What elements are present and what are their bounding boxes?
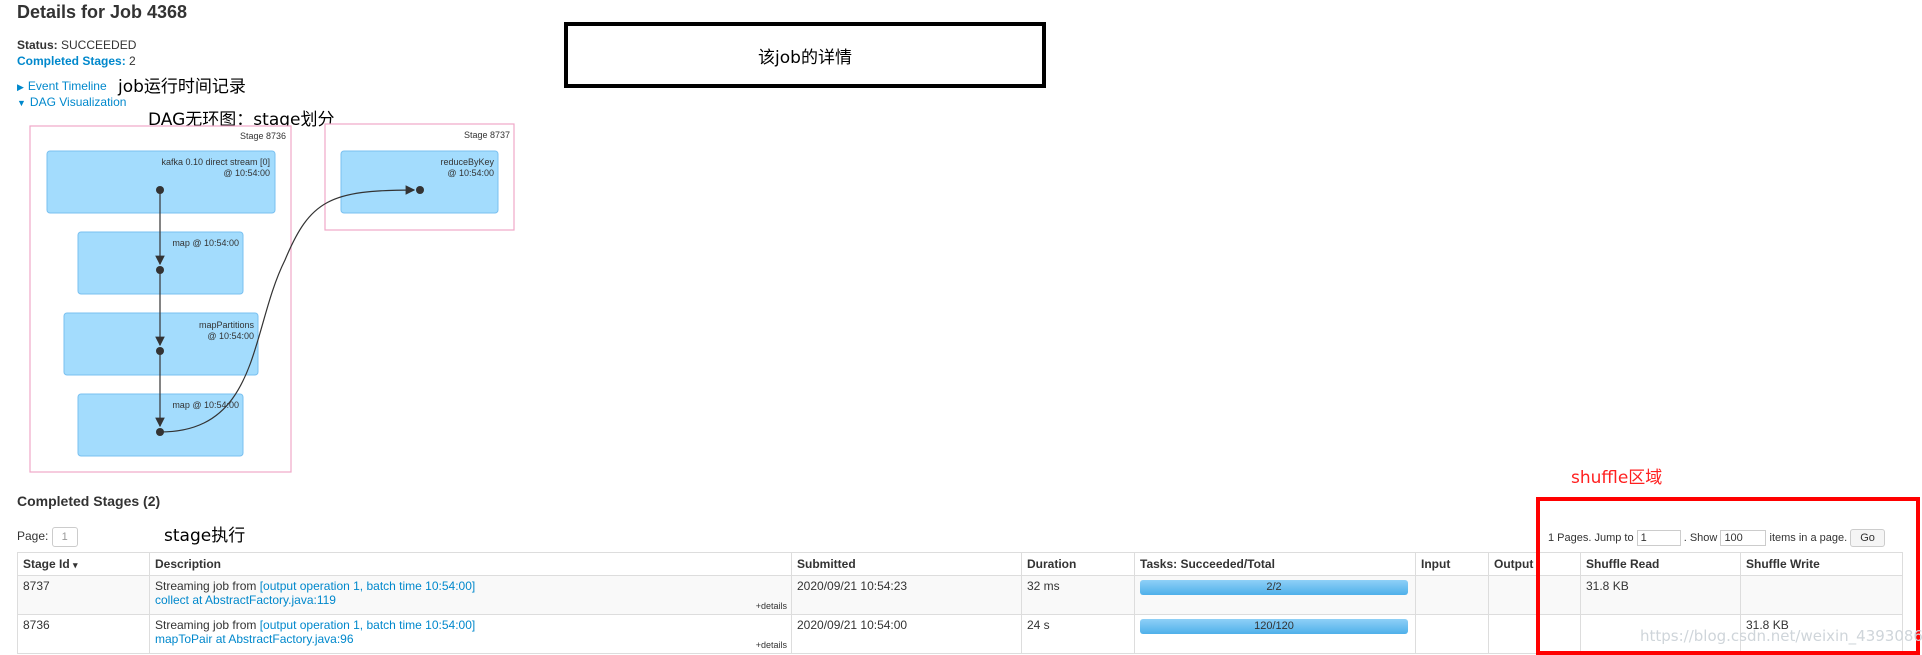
dag-node-time: @ 10:54:00	[447, 168, 494, 178]
items-text: items in a page.	[1769, 531, 1848, 544]
dag-node-label: mapPartitions	[199, 320, 255, 330]
page-size-input[interactable]: 100	[1720, 530, 1767, 546]
cell-duration: 32 ms	[1021, 575, 1135, 615]
jump-to-input[interactable]: 1	[1636, 530, 1681, 546]
column-header-shuffle-write[interactable]: Shuffle Write	[1740, 552, 1903, 576]
completed-stages-table: Stage Id ▾ Description Submitted Duratio…	[17, 552, 1903, 654]
details-toggle[interactable]: +details	[756, 640, 787, 650]
dag-point	[156, 266, 164, 274]
dag-node-kafka[interactable]: kafka 0.10 direct stream [0] @ 10:54:00	[46, 150, 276, 214]
sort-desc-icon: ▾	[73, 560, 78, 570]
desc-prefix: Streaming job from	[155, 579, 260, 593]
dag-point	[156, 347, 164, 355]
stage-cluster-8736[interactable]: Stage 8736 kafka 0.10 direct stream [0] …	[29, 125, 292, 473]
cell-duration: 24 s	[1021, 614, 1135, 654]
table-row: 8737 Streaming job from [output operatio…	[17, 575, 1903, 615]
cell-tasks: 2/2	[1134, 575, 1416, 615]
pagination-right: 1 Pages. Jump to 1 . Show 100 items in a…	[1548, 529, 1885, 547]
stage-method-link[interactable]: mapToPair at AbstractFactory.java:96	[155, 632, 354, 646]
cell-stage-id: 8736	[17, 614, 150, 654]
cell-output	[1488, 614, 1581, 654]
tasks-progress-bar: 120/120	[1140, 619, 1408, 634]
page-number-input[interactable]: 1	[51, 527, 78, 547]
cell-submitted: 2020/09/21 10:54:23	[791, 575, 1022, 615]
column-header-description[interactable]: Description	[149, 552, 792, 576]
dag-node-label: kafka 0.10 direct stream [0]	[161, 157, 270, 167]
go-button[interactable]: Go	[1850, 529, 1885, 547]
page-label: Page:	[17, 529, 49, 544]
column-header-tasks[interactable]: Tasks: Succeeded/Total	[1134, 552, 1416, 576]
cell-tasks: 120/120	[1134, 614, 1416, 654]
dag-node-mappartitions[interactable]: mapPartitions @ 10:54:00	[63, 312, 259, 376]
stage-cluster-8737[interactable]: Stage 8737 reduceByKey @ 10:54:00	[324, 123, 515, 231]
cell-output	[1488, 575, 1581, 615]
cell-submitted: 2020/09/21 10:54:00	[791, 614, 1022, 654]
column-header-shuffle-read[interactable]: Shuffle Read	[1580, 552, 1741, 576]
desc-prefix: Streaming job from	[155, 618, 260, 632]
dag-point	[416, 186, 424, 194]
shuffle-annotation: shuffle区域	[1571, 468, 1663, 488]
tasks-progress-bar: 2/2	[1140, 580, 1408, 595]
cell-shuffle-read: 31.8 KB	[1580, 575, 1741, 615]
dag-node-label: reduceByKey	[440, 157, 494, 167]
column-header-duration[interactable]: Duration	[1021, 552, 1135, 576]
pages-text: 1 Pages. Jump to	[1548, 531, 1634, 544]
column-header-submitted[interactable]: Submitted	[791, 552, 1022, 576]
show-text: . Show	[1683, 531, 1718, 544]
dag-node-reducebykey[interactable]: reduceByKey @ 10:54:00	[340, 150, 499, 214]
cell-shuffle-write	[1740, 575, 1903, 615]
dag-node-label: map @ 10:54:00	[172, 238, 239, 248]
batch-link[interactable]: [output operation 1, batch time 10:54:00…	[260, 618, 475, 632]
stage-exec-annotation: stage执行	[164, 526, 246, 546]
job-detail-callout-text: 该job的详情	[758, 47, 852, 68]
stage-cluster-label: Stage 8736	[240, 131, 286, 141]
dag-graph: Stage 8736 kafka 0.10 direct stream [0] …	[29, 123, 515, 473]
completed-stages-heading: Completed Stages (2)	[17, 493, 161, 509]
watermark: https://blog.csdn.net/weixin_43930865	[1640, 627, 1922, 645]
cell-input	[1415, 575, 1489, 615]
batch-link[interactable]: [output operation 1, batch time 10:54:00…	[260, 579, 475, 593]
cell-input	[1415, 614, 1489, 654]
details-toggle[interactable]: +details	[756, 601, 787, 611]
dag-point	[156, 186, 164, 194]
cell-description: Streaming job from [output operation 1, …	[149, 614, 792, 654]
column-header-stage-id[interactable]: Stage Id ▾	[17, 552, 150, 576]
pagination-left: Page: 1	[17, 527, 78, 547]
dag-node-label: map @ 10:54:00	[172, 400, 239, 410]
dag-node-time: @ 10:54:00	[223, 168, 270, 178]
column-header-output[interactable]: Output	[1488, 552, 1581, 576]
table-header-row: Stage Id ▾ Description Submitted Duratio…	[17, 552, 1903, 576]
dag-node-time: @ 10:54:00	[207, 331, 254, 341]
cell-description: Streaming job from [output operation 1, …	[149, 575, 792, 615]
stage-method-link[interactable]: collect at AbstractFactory.java:119	[155, 593, 336, 607]
column-header-input[interactable]: Input	[1415, 552, 1489, 576]
table-row: 8736 Streaming job from [output operatio…	[17, 614, 1903, 654]
cell-stage-id: 8737	[17, 575, 150, 615]
stage-cluster-label: Stage 8737	[464, 130, 510, 140]
job-detail-callout: 该job的详情	[564, 22, 1046, 88]
